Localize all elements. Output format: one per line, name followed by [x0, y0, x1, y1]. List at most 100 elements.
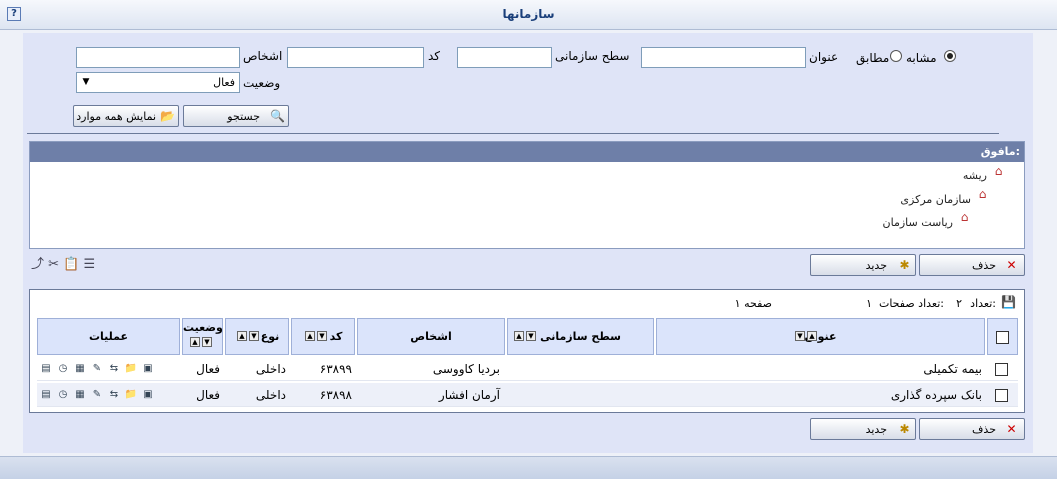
sort-desc-icon[interactable]: ▼: [526, 331, 536, 341]
doc-icon[interactable]: ▤: [39, 362, 53, 376]
doc-icon[interactable]: ▤: [39, 388, 53, 402]
save-icon[interactable]: 💾: [1001, 295, 1016, 309]
tree-node-root[interactable]: ریشه: [963, 169, 987, 182]
table-row[interactable]: بانک سپرده گذاری آرمان افشار ۶۳۸۹۸ داخلی…: [37, 383, 1018, 407]
match-similar-label: مشابه: [906, 51, 937, 65]
delete-button-top[interactable]: ✕ حذف: [919, 254, 1025, 276]
grid-icon[interactable]: ▦: [73, 388, 87, 402]
delete-button-bottom[interactable]: ✕ حذف: [919, 418, 1025, 440]
settings-icon[interactable]: ▣: [141, 362, 155, 376]
new-button-label: جدید: [865, 259, 887, 272]
history-icon[interactable]: ◷: [56, 388, 70, 402]
pages-label: تعداد صفحات:: [878, 297, 944, 310]
row-checkbox[interactable]: [995, 389, 1008, 402]
report-icon[interactable]: ⇆: [107, 362, 121, 376]
col-title[interactable]: عنوان ▼ ▲: [656, 318, 985, 355]
open-icon[interactable]: 📁: [124, 362, 138, 376]
cut-icon[interactable]: ✂: [48, 257, 59, 272]
grid-icon[interactable]: ▦: [73, 362, 87, 376]
show-all-button-label: نمایش همه موارد: [76, 110, 156, 123]
match-exact-label: مطابق: [856, 51, 890, 65]
sort-asc-icon[interactable]: ▲: [190, 337, 200, 347]
row-type: داخلی: [255, 388, 286, 402]
show-all-button[interactable]: 📂 نمایش همه موارد: [73, 105, 179, 127]
status-select-value: فعال: [213, 76, 235, 89]
edit-icon[interactable]: ✎: [90, 388, 104, 402]
sort-asc-icon[interactable]: ▲: [305, 331, 315, 341]
search-button[interactable]: 🔍 جستجو: [183, 105, 289, 127]
tree-icon[interactable]: ☰: [84, 257, 96, 272]
row-code: ۶۳۸۹۸: [319, 388, 352, 402]
sort-asc-icon[interactable]: ▲: [237, 331, 247, 341]
code-label: کد: [428, 49, 441, 63]
col-status-label: وضعیت: [183, 321, 223, 334]
edit-icon[interactable]: ✎: [90, 362, 104, 376]
open-icon[interactable]: 📁: [124, 388, 138, 402]
delete-button-label: حذف: [972, 423, 996, 436]
persons-input[interactable]: [76, 47, 240, 68]
table-row[interactable]: بیمه تکمیلی بردیا کاووسی ۶۳۸۹۹ داخلی فعا…: [37, 357, 1018, 381]
chevron-down-icon: ▼: [82, 77, 90, 87]
col-status[interactable]: وضعیت ▲ ▼: [182, 318, 223, 355]
match-exact-radio[interactable]: [890, 50, 902, 62]
code-input[interactable]: [287, 47, 424, 68]
tree-header: مافوق:: [30, 142, 1024, 162]
status-select[interactable]: فعال ▼: [76, 72, 240, 93]
sort-asc-icon[interactable]: ▲: [807, 331, 817, 341]
col-type[interactable]: نوع ▲ ▼: [225, 318, 289, 355]
col-code-sort: ▲ ▼: [304, 331, 328, 341]
col-code[interactable]: کد ▲ ▼: [291, 318, 355, 355]
sort-asc-icon[interactable]: ▲: [514, 331, 524, 341]
col-status-sort: ▲ ▼: [189, 337, 213, 347]
col-org-level[interactable]: سطح سازمانی ▲ ▼: [507, 318, 654, 355]
row-checkbox[interactable]: [995, 363, 1008, 376]
delete-button-label: حذف: [972, 259, 996, 272]
select-all-checkbox[interactable]: [996, 331, 1009, 344]
row-title: بیمه تکمیلی: [923, 362, 982, 376]
row-code: ۶۳۸۹۹: [319, 362, 352, 376]
new-icon: ✱: [899, 258, 910, 272]
status-label: وضعیت: [243, 76, 281, 90]
sort-desc-icon[interactable]: ▼: [795, 331, 805, 341]
house-icon: ⌂: [994, 164, 1003, 178]
sort-desc-icon[interactable]: ▼: [202, 337, 212, 347]
col-persons[interactable]: اشخاص: [357, 318, 505, 355]
col-title-label: عنوان: [804, 330, 837, 343]
settings-icon[interactable]: ▣: [141, 388, 155, 402]
row-persons: بردیا کاووسی: [432, 362, 500, 376]
count-value: ۲: [956, 297, 962, 310]
history-icon[interactable]: ◷: [56, 362, 70, 376]
row-title: بانک سپرده گذاری: [890, 388, 982, 402]
col-ops-label: عملیات: [88, 330, 129, 343]
delete-icon: ✕: [1006, 422, 1017, 436]
search-button-label: جستجو: [227, 110, 260, 123]
search-icon: 🔍: [270, 109, 285, 123]
report-icon[interactable]: ⇆: [107, 388, 121, 402]
match-similar-radio[interactable]: [944, 50, 956, 62]
tree-toolbar: ⤴ ✂ 📋 ☰: [31, 257, 106, 273]
sort-desc-icon[interactable]: ▼: [317, 331, 327, 341]
select-all-header: [987, 318, 1018, 355]
show-all-icon: 📂: [160, 109, 175, 123]
col-title-sort: ▼ ▲: [794, 331, 818, 341]
paste-icon[interactable]: 📋: [63, 257, 79, 272]
new-button-top[interactable]: ✱ جدید: [810, 254, 916, 276]
row-status: فعال: [196, 362, 220, 376]
page-indicator[interactable]: صفحه ۱: [735, 297, 772, 310]
new-button-label: جدید: [865, 423, 887, 436]
tree-node-presidency[interactable]: ریاست سازمان: [883, 216, 953, 229]
col-ops: عملیات: [37, 318, 180, 355]
window-title: سازمانها: [502, 7, 555, 21]
sort-desc-icon[interactable]: ▼: [249, 331, 259, 341]
org-level-label: سطح سازمانی: [555, 49, 630, 63]
org-level-input[interactable]: [457, 47, 552, 68]
tree-node-central-org[interactable]: سازمان مرکزی: [900, 193, 971, 206]
move-up-icon[interactable]: ⤴: [31, 257, 44, 272]
title-input[interactable]: [641, 47, 806, 68]
title-bar: ? سازمانها: [0, 0, 1057, 30]
delete-icon: ✕: [1006, 258, 1017, 272]
divider: [27, 133, 999, 134]
row-persons: آرمان افشار: [438, 388, 500, 402]
new-button-bottom[interactable]: ✱ جدید: [810, 418, 916, 440]
new-icon: ✱: [899, 422, 910, 436]
